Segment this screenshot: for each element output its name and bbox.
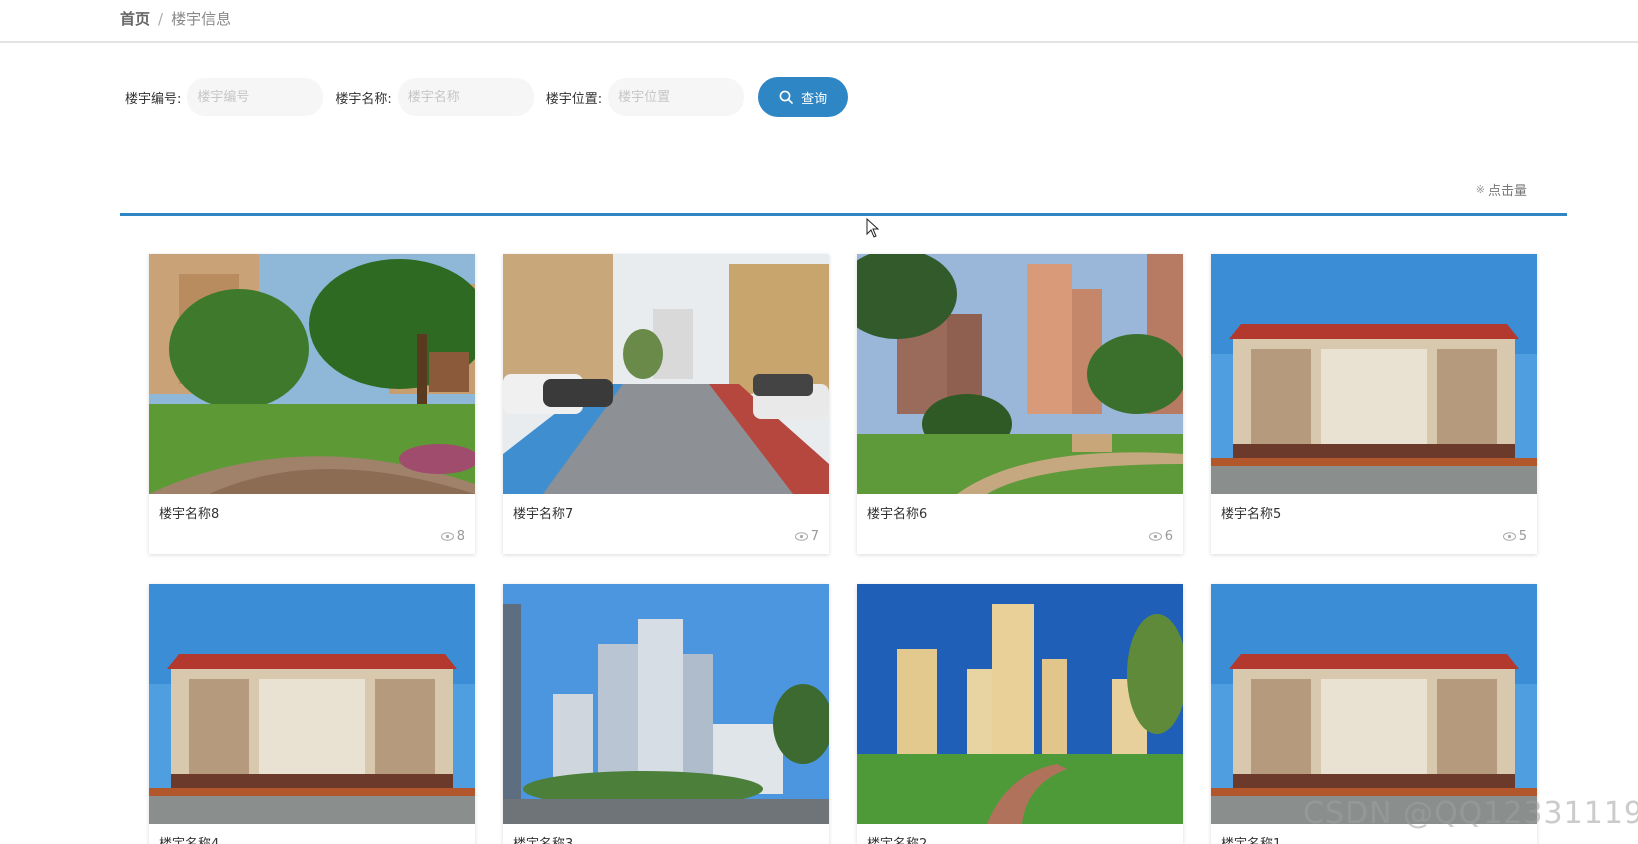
search-label-id: 楼宇编号: xyxy=(125,91,182,107)
building-image[interactable] xyxy=(1211,254,1537,494)
search-group-location: 楼宇位置: xyxy=(545,78,745,116)
building-image[interactable] xyxy=(149,584,475,824)
breadcrumb-current: 楼宇信息 xyxy=(171,10,232,28)
building-location-input[interactable] xyxy=(608,78,745,116)
watermark: CSDN @QQ123311197 xyxy=(1303,796,1638,831)
search-label-name: 楼宇名称: xyxy=(335,91,392,107)
eye-icon xyxy=(440,532,454,541)
building-name[interactable]: 楼宇名称2 xyxy=(867,833,927,844)
search-form: 楼宇编号: 楼宇名称: 楼宇位置: 查询 xyxy=(125,77,849,117)
building-card[interactable]: 楼宇名称7 7 xyxy=(503,254,829,554)
search-label-location: 楼宇位置: xyxy=(545,91,603,107)
building-name[interactable]: 楼宇名称3 xyxy=(513,833,573,844)
building-name[interactable]: 楼宇名称1 xyxy=(1221,833,1281,844)
building-grid: 楼宇名称8 8 楼宇名称7 7 楼宇名称6 6 楼宇名称5 5 xyxy=(149,254,1539,844)
eye-icon xyxy=(1148,532,1162,541)
building-card[interactable]: 楼宇名称2 xyxy=(857,584,1183,844)
view-count: 7 xyxy=(794,529,819,544)
query-button-label: 查询 xyxy=(801,91,828,107)
sort-by-clicks[interactable]: ※ 点击量 xyxy=(1476,180,1527,199)
view-count-value: 7 xyxy=(810,529,819,544)
building-id-input[interactable] xyxy=(187,78,324,116)
search-icon xyxy=(779,90,793,104)
view-count: 6 xyxy=(1148,529,1173,544)
sort-icon: ※ xyxy=(1475,183,1485,196)
view-count-value: 5 xyxy=(1518,529,1527,544)
building-card[interactable]: 楼宇名称6 6 xyxy=(857,254,1183,554)
building-name[interactable]: 楼宇名称6 xyxy=(867,503,927,522)
search-group-id: 楼宇编号: xyxy=(125,78,324,116)
building-image[interactable] xyxy=(857,584,1183,824)
building-image[interactable] xyxy=(503,584,829,824)
view-count: 5 xyxy=(1502,529,1527,544)
list-toolbar: ※ 点击量 xyxy=(120,168,1567,216)
building-name[interactable]: 楼宇名称4 xyxy=(159,833,219,844)
mouse-cursor-icon xyxy=(866,218,880,238)
building-image[interactable] xyxy=(149,254,475,494)
building-image[interactable] xyxy=(503,254,829,494)
sort-by-clicks-label: 点击量 xyxy=(1487,184,1527,199)
breadcrumb-home[interactable]: 首页 xyxy=(120,10,150,28)
building-card[interactable]: 楼宇名称3 xyxy=(503,584,829,844)
building-name[interactable]: 楼宇名称5 xyxy=(1221,503,1281,522)
building-name-input[interactable] xyxy=(397,78,534,116)
building-name[interactable]: 楼宇名称7 xyxy=(513,503,573,522)
building-image[interactable] xyxy=(857,254,1183,494)
search-group-name: 楼宇名称: xyxy=(335,78,534,116)
view-count-value: 6 xyxy=(1164,529,1173,544)
view-count: 8 xyxy=(440,529,465,544)
building-card[interactable]: 楼宇名称5 5 xyxy=(1211,254,1537,554)
building-card[interactable]: 楼宇名称4 xyxy=(149,584,475,844)
breadcrumb-separator: / xyxy=(158,10,164,28)
building-card[interactable]: 楼宇名称8 8 xyxy=(149,254,475,554)
building-image[interactable] xyxy=(1211,584,1537,824)
building-name[interactable]: 楼宇名称8 xyxy=(159,503,219,522)
eye-icon xyxy=(1502,532,1516,541)
query-button[interactable]: 查询 xyxy=(758,77,849,117)
eye-icon xyxy=(794,532,808,541)
page: 首页 / 楼宇信息 楼宇编号: 楼宇名称: 楼宇位置: 查询 ※ 点击量 xyxy=(0,0,1638,844)
view-count-value: 8 xyxy=(456,529,465,544)
breadcrumb: 首页 / 楼宇信息 xyxy=(0,0,1638,43)
